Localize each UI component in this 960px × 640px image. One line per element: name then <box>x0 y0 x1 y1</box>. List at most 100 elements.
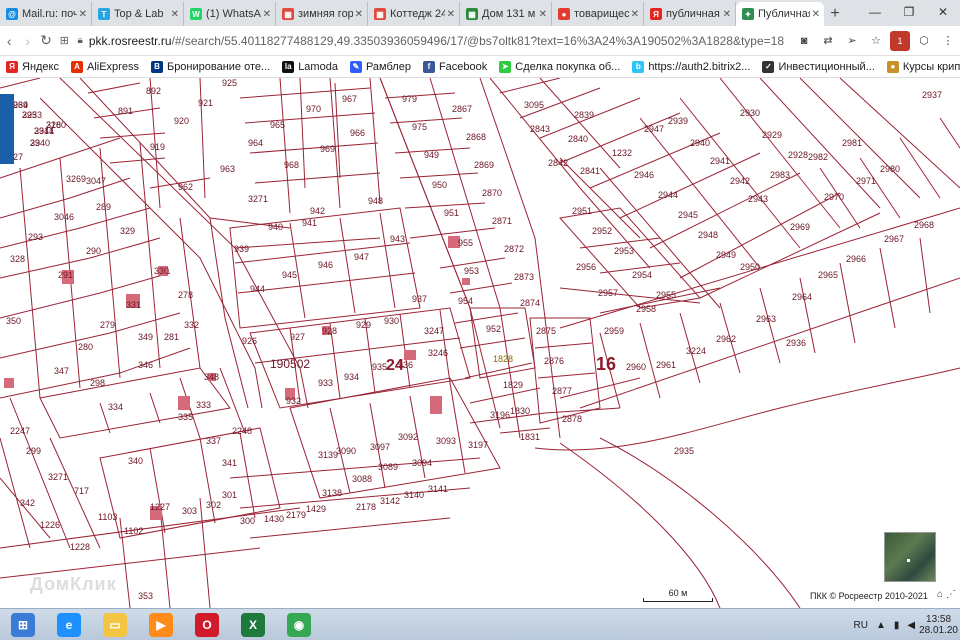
close-icon[interactable]: ✕ <box>723 9 731 20</box>
parcel-label[interactable]: 934 <box>344 372 359 382</box>
parcel-label[interactable]: 29 <box>30 138 40 148</box>
parcel-label[interactable]: 2178 <box>356 502 376 512</box>
tab-3[interactable]: ▦ зимняя гор ✕ <box>276 2 368 26</box>
parcel-label[interactable]: 2980 <box>880 164 900 174</box>
parcel-label[interactable]: 2966 <box>846 254 866 264</box>
parcel-label[interactable]: 301 <box>222 490 237 500</box>
parcel-label[interactable]: 929 <box>356 320 371 330</box>
parcel-label[interactable]: 331 <box>126 300 141 310</box>
parcel-label[interactable]: 1227 <box>150 502 170 512</box>
maximize-button[interactable]: ❐ <box>892 0 926 26</box>
parcel-label[interactable]: 2951 <box>572 206 592 216</box>
parcel-label[interactable]: 2840 <box>568 134 588 144</box>
parcel-label[interactable]: 1831 <box>520 432 540 442</box>
close-icon[interactable]: ✕ <box>171 9 179 20</box>
parcel-label[interactable]: 2928 <box>788 150 808 160</box>
parcel-label[interactable]: 3269 <box>66 174 86 184</box>
bookmark-4[interactable]: ✎ Рамблер <box>344 60 417 73</box>
parcel-label[interactable]: 954 <box>458 296 473 306</box>
parcel-label[interactable]: 952 <box>486 324 501 334</box>
parcel-label[interactable]: 2963 <box>756 314 776 324</box>
parcel-label[interactable]: 945 <box>282 270 297 280</box>
parcel-label[interactable]: 2873 <box>514 272 534 282</box>
start-button[interactable]: ⊞ <box>0 610 46 640</box>
parcel-label[interactable]: 953 <box>464 266 479 276</box>
parcel-label[interactable]: 942 <box>310 206 325 216</box>
bookmark-9[interactable]: ●Курсы криптовалю... <box>881 60 960 73</box>
parcel-label[interactable]: 2842 <box>548 158 568 168</box>
parcel-label[interactable]: 3089 <box>378 462 398 472</box>
parcel-label[interactable]: 3246 <box>428 348 448 358</box>
side-panel-toggle[interactable] <box>0 94 14 164</box>
clock[interactable]: 13:58 28.01.20 <box>919 614 958 636</box>
cadastral-map[interactable]: 3269 325 3341 326 3340 327 891 892 921 920 919 925 9… <box>0 78 960 608</box>
parcel-label[interactable]: 2179 <box>286 510 306 520</box>
parcel-label[interactable]: 3097 <box>370 442 390 452</box>
parcel-label[interactable]: 944 <box>250 284 265 294</box>
parcel-label[interactable]: 2843 <box>530 124 550 134</box>
parcel-label[interactable]: 334 <box>108 402 123 412</box>
parcel-label[interactable]: 2959 <box>604 326 624 336</box>
parcel-label[interactable]: 2955 <box>656 290 676 300</box>
parcel-label[interactable]: 948 <box>368 196 383 206</box>
parcel-label[interactable]: 939 <box>234 244 249 254</box>
volume-icon[interactable]: ◀ <box>907 620 915 631</box>
parcel-label[interactable]: 347 <box>54 366 69 376</box>
parcel-label[interactable]: 3197 <box>468 440 488 450</box>
chrome-icon[interactable]: ◉ <box>276 610 322 640</box>
parcel-label[interactable]: 925 <box>222 78 237 88</box>
cube-icon[interactable]: ⬡ <box>914 31 934 51</box>
parcel-label[interactable]: 2940 <box>690 138 710 148</box>
parcel-label[interactable]: 1226 <box>40 520 60 530</box>
parcel-label[interactable]: 302 <box>206 500 221 510</box>
parcel-label[interactable]: 330 <box>154 266 169 276</box>
tab-1[interactable]: T Top & Lab ✕ <box>92 2 184 26</box>
bookmark-2[interactable]: B Бронирование оте... <box>145 60 276 73</box>
cadastral-map-canvas[interactable]: 3269325334132633403278918929219209199259… <box>0 78 960 608</box>
parcel-label[interactable]: 335 <box>178 412 193 422</box>
parcel-label[interactable]: 919 <box>150 142 165 152</box>
parcel-label[interactable]: 2839 <box>574 110 594 120</box>
parcel-label[interactable]: 2971 <box>856 176 876 186</box>
close-icon[interactable]: ✕ <box>812 9 820 20</box>
parcel-label[interactable]: 346 <box>138 360 153 370</box>
parcel-label[interactable]: 2248 <box>232 426 252 436</box>
parcel-label[interactable]: 2957 <box>598 288 618 298</box>
close-window-button[interactable]: ✕ <box>926 0 960 26</box>
parcel-label[interactable]: 2941 <box>710 156 730 166</box>
parcel-label[interactable]: 3247 <box>424 326 444 336</box>
parcel-label[interactable]: 3196 <box>490 410 510 420</box>
parcel-label[interactable]: 930 <box>384 316 399 326</box>
tab-0[interactable]: @ Mail.ru: поч ✕ <box>0 2 92 26</box>
parcel-label[interactable]: 1830 <box>510 406 530 416</box>
forward-icon[interactable]: › <box>18 28 36 54</box>
language-indicator[interactable]: RU <box>853 620 867 631</box>
parcel-label[interactable]: 949 <box>424 150 439 160</box>
selected-parcel-label[interactable]: 1828 <box>493 354 513 364</box>
parcel-label[interactable]: 963 <box>220 164 235 174</box>
parcel-label[interactable]: 947 <box>354 252 369 262</box>
parcel-label[interactable]: 941 <box>302 218 317 228</box>
parcel-label[interactable]: 337 <box>206 436 221 446</box>
parcel-label[interactable]: 1103 <box>98 512 117 522</box>
parcel-label[interactable]: 328 <box>10 254 25 264</box>
parcel-label[interactable]: 3090 <box>336 446 356 456</box>
parcel-label[interactable]: 926 <box>242 336 257 346</box>
parcel-label[interactable]: 1102 <box>124 526 143 536</box>
parcel-label[interactable]: 2929 <box>762 130 782 140</box>
parcel-label[interactable]: 329 <box>120 226 135 236</box>
close-icon[interactable]: ✕ <box>447 9 455 20</box>
parcel-label[interactable]: 928 <box>322 326 337 336</box>
opera-icon[interactable]: O <box>184 610 230 640</box>
parcel-label[interactable]: 3092 <box>398 432 418 442</box>
parcel-label[interactable]: 2935 <box>674 446 694 456</box>
parcel-label[interactable]: 2933 <box>22 110 42 120</box>
parcel-label[interactable]: 2868 <box>466 132 486 142</box>
bookmark-6[interactable]: ➤ Сделка покупка об... <box>493 60 626 73</box>
tab-4[interactable]: ▦ Коттедж 24 ✕ <box>368 2 460 26</box>
parcel-label[interactable]: 969 <box>320 144 335 154</box>
parcel-label[interactable]: 340 <box>128 456 143 466</box>
parcel-label[interactable]: 2946 <box>634 170 654 180</box>
parcel-label[interactable]: 332 <box>184 320 199 330</box>
minimize-button[interactable]: — <box>858 0 892 26</box>
